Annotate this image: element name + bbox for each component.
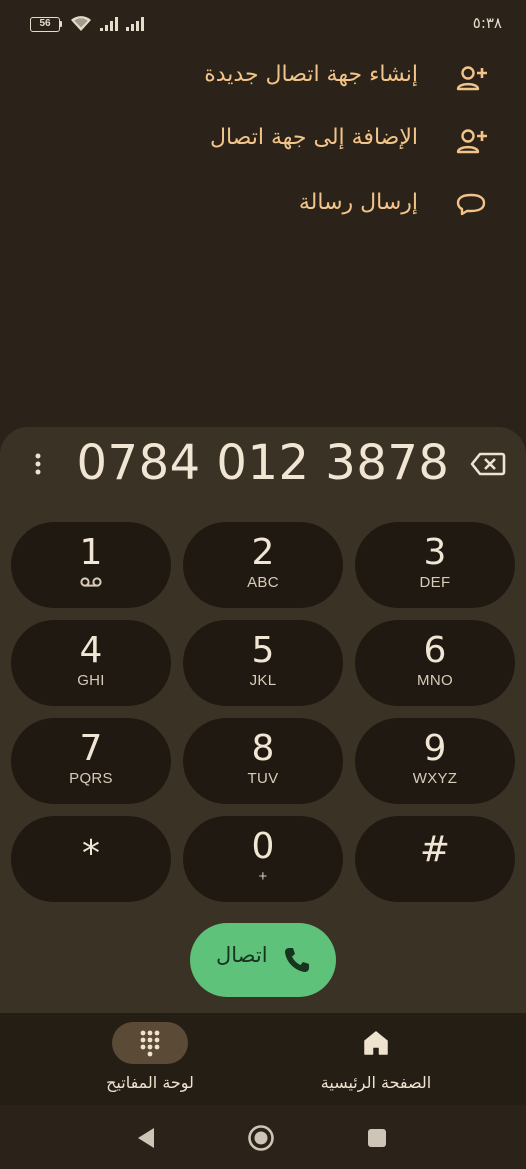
key-7[interactable]: 7 PQRS <box>11 718 171 804</box>
key-3[interactable]: 3 DEF <box>355 522 515 608</box>
home-button-icon[interactable] <box>246 1123 276 1153</box>
nav-home-tab[interactable]: الصفحة الرئيسية <box>256 1013 496 1105</box>
action-label: إنشاء جهة اتصال جديدة <box>204 62 418 87</box>
key-letters: TUV <box>247 770 279 787</box>
key-9[interactable]: 9 WXYZ <box>355 718 515 804</box>
nav-keypad-tab[interactable]: لوحة المفاتيح <box>30 1013 270 1105</box>
key-5[interactable]: 5 JKL <box>183 620 343 706</box>
action-label: إرسال رسالة <box>298 190 418 215</box>
key-digit: 7 <box>79 728 103 769</box>
status-time: ٥:٣٨ <box>472 14 502 32</box>
person-add-icon <box>456 66 487 91</box>
key-letters: GHI <box>77 672 105 689</box>
add-to-contact-action[interactable]: الإضافة إلى جهة اتصال <box>0 115 526 165</box>
status-icons: 56 <box>30 16 144 32</box>
back-icon[interactable] <box>132 1123 162 1153</box>
key-digit: 8 <box>251 728 275 769</box>
voicemail-icon <box>80 577 102 587</box>
key-letters: WXYZ <box>412 770 458 787</box>
home-icon <box>364 1031 388 1055</box>
key-digit: 0 <box>251 826 275 867</box>
dialpad-icon <box>140 1030 160 1057</box>
key-letters: MNO <box>417 672 453 689</box>
key-6[interactable]: 6 MNO <box>355 620 515 706</box>
key-2[interactable]: 2 ABC <box>183 522 343 608</box>
phone-icon <box>285 948 309 972</box>
send-message-action[interactable]: إرسال رسالة <box>0 180 526 230</box>
bottom-navigation: لوحة المفاتيح الصفحة الرئيسية <box>0 1013 526 1105</box>
call-label: اتصال <box>216 943 268 967</box>
key-digit: 2 <box>251 532 275 573</box>
dialer-panel: 0784 012 3878 1 2 ABC 3 DEF 4 GHI 5 JKL … <box>0 427 526 1027</box>
nav-label: الصفحة الرئيسية <box>320 1073 432 1092</box>
key-digit: 1 <box>79 532 103 573</box>
signal-2-icon <box>126 17 144 31</box>
backspace-icon[interactable] <box>470 451 506 477</box>
key-letters: + <box>258 868 268 885</box>
message-icon <box>456 193 486 216</box>
key-digit: 4 <box>79 630 103 671</box>
key-letters: DEF <box>419 574 451 591</box>
status-bar: 56 ٥:٣٨ <box>0 0 526 50</box>
key-letters: ABC <box>247 574 279 591</box>
signal-1-icon <box>100 17 118 31</box>
key-1[interactable]: 1 <box>11 522 171 608</box>
key-digit: 5 <box>251 630 275 671</box>
call-button[interactable]: اتصال <box>190 923 336 997</box>
system-navigation-bar <box>0 1105 526 1169</box>
key-hash[interactable]: # <box>355 816 515 902</box>
key-digit: 9 <box>423 728 447 769</box>
dialed-number[interactable]: 0784 012 3878 <box>60 435 466 491</box>
key-8[interactable]: 8 TUV <box>183 718 343 804</box>
key-digit: # <box>419 829 451 870</box>
recents-icon[interactable] <box>362 1123 392 1153</box>
action-label: الإضافة إلى جهة اتصال <box>209 125 418 150</box>
create-new-contact-action[interactable]: إنشاء جهة اتصال جديدة <box>0 52 526 102</box>
person-add-icon <box>456 129 487 154</box>
wifi-icon <box>71 16 91 31</box>
battery-level: 56 <box>30 16 60 32</box>
more-options-icon[interactable] <box>28 449 48 479</box>
dialed-number-row: 0784 012 3878 <box>0 427 526 507</box>
key-star[interactable]: * <box>11 816 171 902</box>
key-digit: 6 <box>423 630 447 671</box>
key-digit: 3 <box>423 532 447 573</box>
battery-icon: 56 <box>30 16 62 32</box>
key-0[interactable]: 0 + <box>183 816 343 902</box>
nav-label: لوحة المفاتيح <box>106 1073 194 1092</box>
key-digit: * <box>82 833 100 874</box>
key-letters: PQRS <box>69 770 113 787</box>
key-4[interactable]: 4 GHI <box>11 620 171 706</box>
key-letters: JKL <box>249 672 277 689</box>
